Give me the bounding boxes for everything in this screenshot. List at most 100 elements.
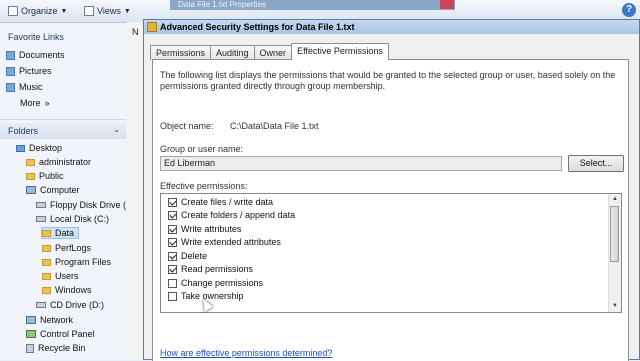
scroll-thumb[interactable] [610,206,619,262]
permission-row[interactable]: Write attributes [168,224,241,234]
permission-label: Read permissions [181,264,254,274]
permission-label: Create files / write data [181,197,274,207]
divider [0,119,126,120]
tab-permissions[interactable]: Permissions [150,45,212,60]
effective-permissions-panel: The following list displays the permissi… [152,59,629,361]
favorite-pictures[interactable]: Pictures [6,66,52,76]
tab-strip: Permissions Auditing Owner Effective Per… [150,43,389,60]
tree-local-disk[interactable]: Local Disk (C:) [36,214,109,224]
tree-users[interactable]: Users [42,271,79,281]
advanced-security-dialog: Advanced Security Settings for Data File… [143,19,640,361]
close-icon[interactable] [440,0,454,9]
tree-label: administrator [39,157,92,167]
favorites-heading: Favorite Links [8,32,65,42]
tree-label: Public [39,171,64,181]
tree-administrator[interactable]: administrator [26,157,91,167]
folders-heading: Folders [8,126,39,136]
user-folder-icon [26,158,35,166]
tree-desktop[interactable]: Desktop [16,143,62,153]
favorite-label: Documents [19,50,65,60]
column-header-fragment: N [132,27,139,37]
network-icon [26,316,36,324]
scroll-down-icon[interactable]: ▼ [609,301,621,312]
tree-control-panel[interactable]: Control Panel [26,329,95,339]
tree-public[interactable]: Public [26,171,64,181]
documents-icon [6,50,15,60]
permission-label: Create folders / append data [181,210,296,220]
tree-label: Program Files [55,257,112,267]
tree-label: Floppy Disk Drive (A [50,200,133,210]
folder-icon [42,258,51,266]
views-label: Views [97,6,121,16]
favorite-music[interactable]: Music [6,82,43,92]
permission-checkbox[interactable] [168,224,177,234]
tree-perflogs[interactable]: PerfLogs [42,243,91,253]
views-button[interactable]: Views ▼ [84,4,131,18]
floppy-drive-icon [36,202,46,208]
double-chevron-icon: » [44,98,50,108]
tab-owner[interactable]: Owner [253,45,293,60]
permission-checkbox[interactable] [168,264,177,274]
security-shield-icon [147,22,157,32]
permission-checkbox[interactable] [168,197,177,207]
desktop-icon [16,144,25,152]
select-button[interactable]: Select... [568,155,624,172]
tree-windows[interactable]: Windows [42,285,92,295]
organize-icon [8,6,18,16]
folder-icon [42,272,51,280]
group-user-field[interactable]: Ed Liberman [160,156,562,171]
permission-checkbox[interactable] [168,237,177,247]
help-icon[interactable]: ? [622,3,636,17]
hard-drive-icon [36,216,46,222]
permission-checkbox[interactable] [168,291,177,301]
tree-label: Recycle Bin [38,343,86,353]
permission-row[interactable]: Change permissions [168,278,263,288]
music-icon [6,82,15,92]
permission-row[interactable]: Read permissions [168,264,253,274]
tree-label: Computer [40,185,80,195]
permission-row[interactable]: Create folders / append data [168,210,295,220]
tree-label: Control Panel [40,329,95,339]
cd-drive-icon [36,302,46,308]
tree-program-files[interactable]: Program Files [42,257,111,267]
permission-checkbox[interactable] [168,210,177,220]
tree-network[interactable]: Network [26,315,73,325]
chevron-down-icon: ▼ [123,7,131,15]
pictures-icon [6,66,15,76]
permissions-scrollbar[interactable]: ▲ ▼ [608,194,621,312]
folder-icon [42,286,51,294]
permission-checkbox[interactable] [168,278,177,288]
tab-effective-permissions[interactable]: Effective Permissions [291,43,389,60]
permission-row[interactable]: Delete [168,251,207,261]
scroll-up-icon[interactable]: ▲ [609,194,621,205]
tab-auditing[interactable]: Auditing [210,45,255,60]
permission-row[interactable]: Write extended attributes [168,237,281,247]
favorite-documents[interactable]: Documents [6,50,65,60]
dialog-title: Advanced Security Settings for Data File… [160,22,355,32]
tree-floppy[interactable]: Floppy Disk Drive (A [36,200,132,210]
favorite-label: More [20,98,41,108]
folder-icon [42,244,51,252]
permission-label: Write attributes [181,224,242,234]
control-panel-icon [26,330,36,338]
permission-checkbox[interactable] [168,251,177,261]
tree-label: Desktop [29,143,63,153]
organize-label: Organize [21,6,58,16]
permission-row[interactable]: Create files / write data [168,197,273,207]
tree-recycle-bin[interactable]: Recycle Bin [26,343,86,353]
permissions-list[interactable]: Create files / write data Create folders… [160,193,622,313]
navigation-pane: Favorite Links Documents Pictures Music … [0,23,132,360]
organize-button[interactable]: Organize ▼ [8,4,67,18]
folders-header[interactable]: Folders ⌄ [0,123,126,139]
views-icon [84,6,94,16]
computer-icon [26,186,36,194]
help-link[interactable]: How are effective permissions determined… [160,348,332,358]
group-user-label: Group or user name: [160,144,244,154]
favorite-more[interactable]: More» [20,98,50,108]
tree-label: Users [55,271,79,281]
tree-data[interactable]: Data [40,227,80,239]
folder-icon [42,229,51,237]
tree-cd-drive[interactable]: CD Drive (D:) [36,300,104,310]
dialog-titlebar[interactable]: Advanced Security Settings for Data File… [144,20,639,34]
tree-computer[interactable]: Computer [26,185,80,195]
